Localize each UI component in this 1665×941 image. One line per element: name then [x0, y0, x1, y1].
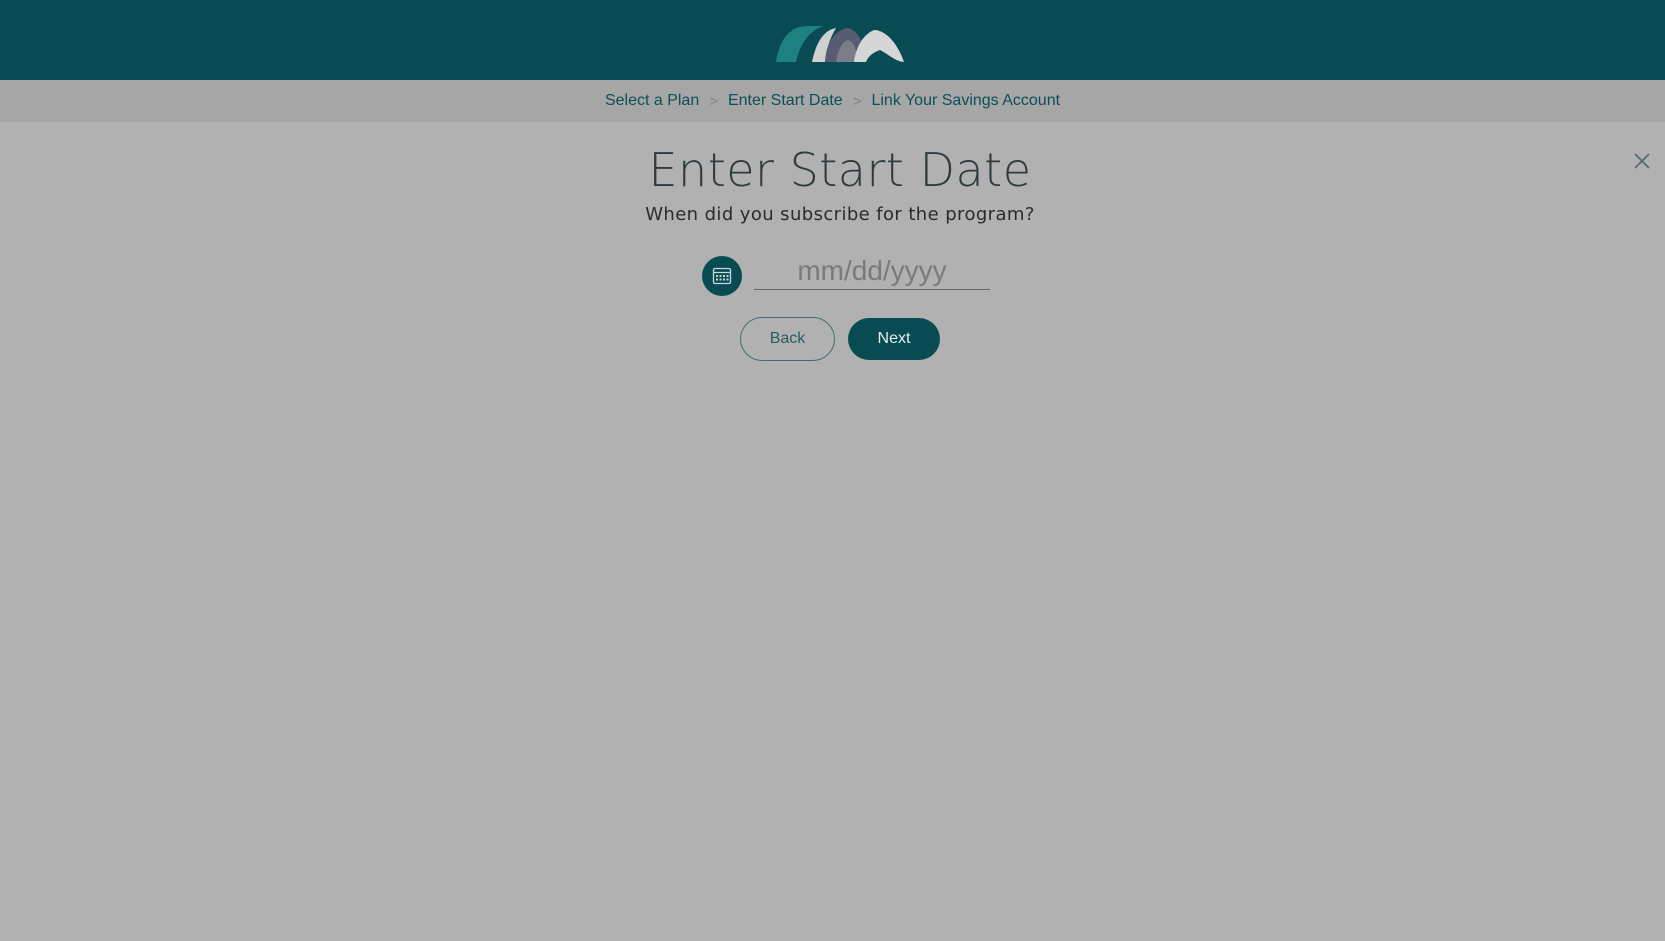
breadcrumb-separator: > [852, 92, 862, 110]
back-button[interactable]: Back [740, 317, 835, 361]
start-date-input[interactable] [754, 252, 990, 290]
breadcrumb-select-a-plan[interactable]: Select a Plan [605, 92, 699, 110]
breadcrumb-enter-start-date[interactable]: Enter Start Date [728, 92, 843, 110]
next-button[interactable]: Next [848, 318, 940, 360]
brand-logo[interactable] [776, 24, 904, 64]
breadcrumb-separator: > [709, 92, 718, 110]
calendar-icon [712, 267, 732, 285]
calendar-button[interactable] [702, 256, 742, 296]
top-header-bar [0, 0, 1665, 80]
breadcrumb: Select a Plan > Enter Start Date > Link … [0, 80, 1665, 122]
breadcrumb-link-savings-account[interactable]: Link Your Savings Account [871, 92, 1060, 110]
page-title: Enter Start Date [648, 143, 1032, 197]
page-subtitle: When did you subscribe for the program? [645, 204, 1035, 225]
